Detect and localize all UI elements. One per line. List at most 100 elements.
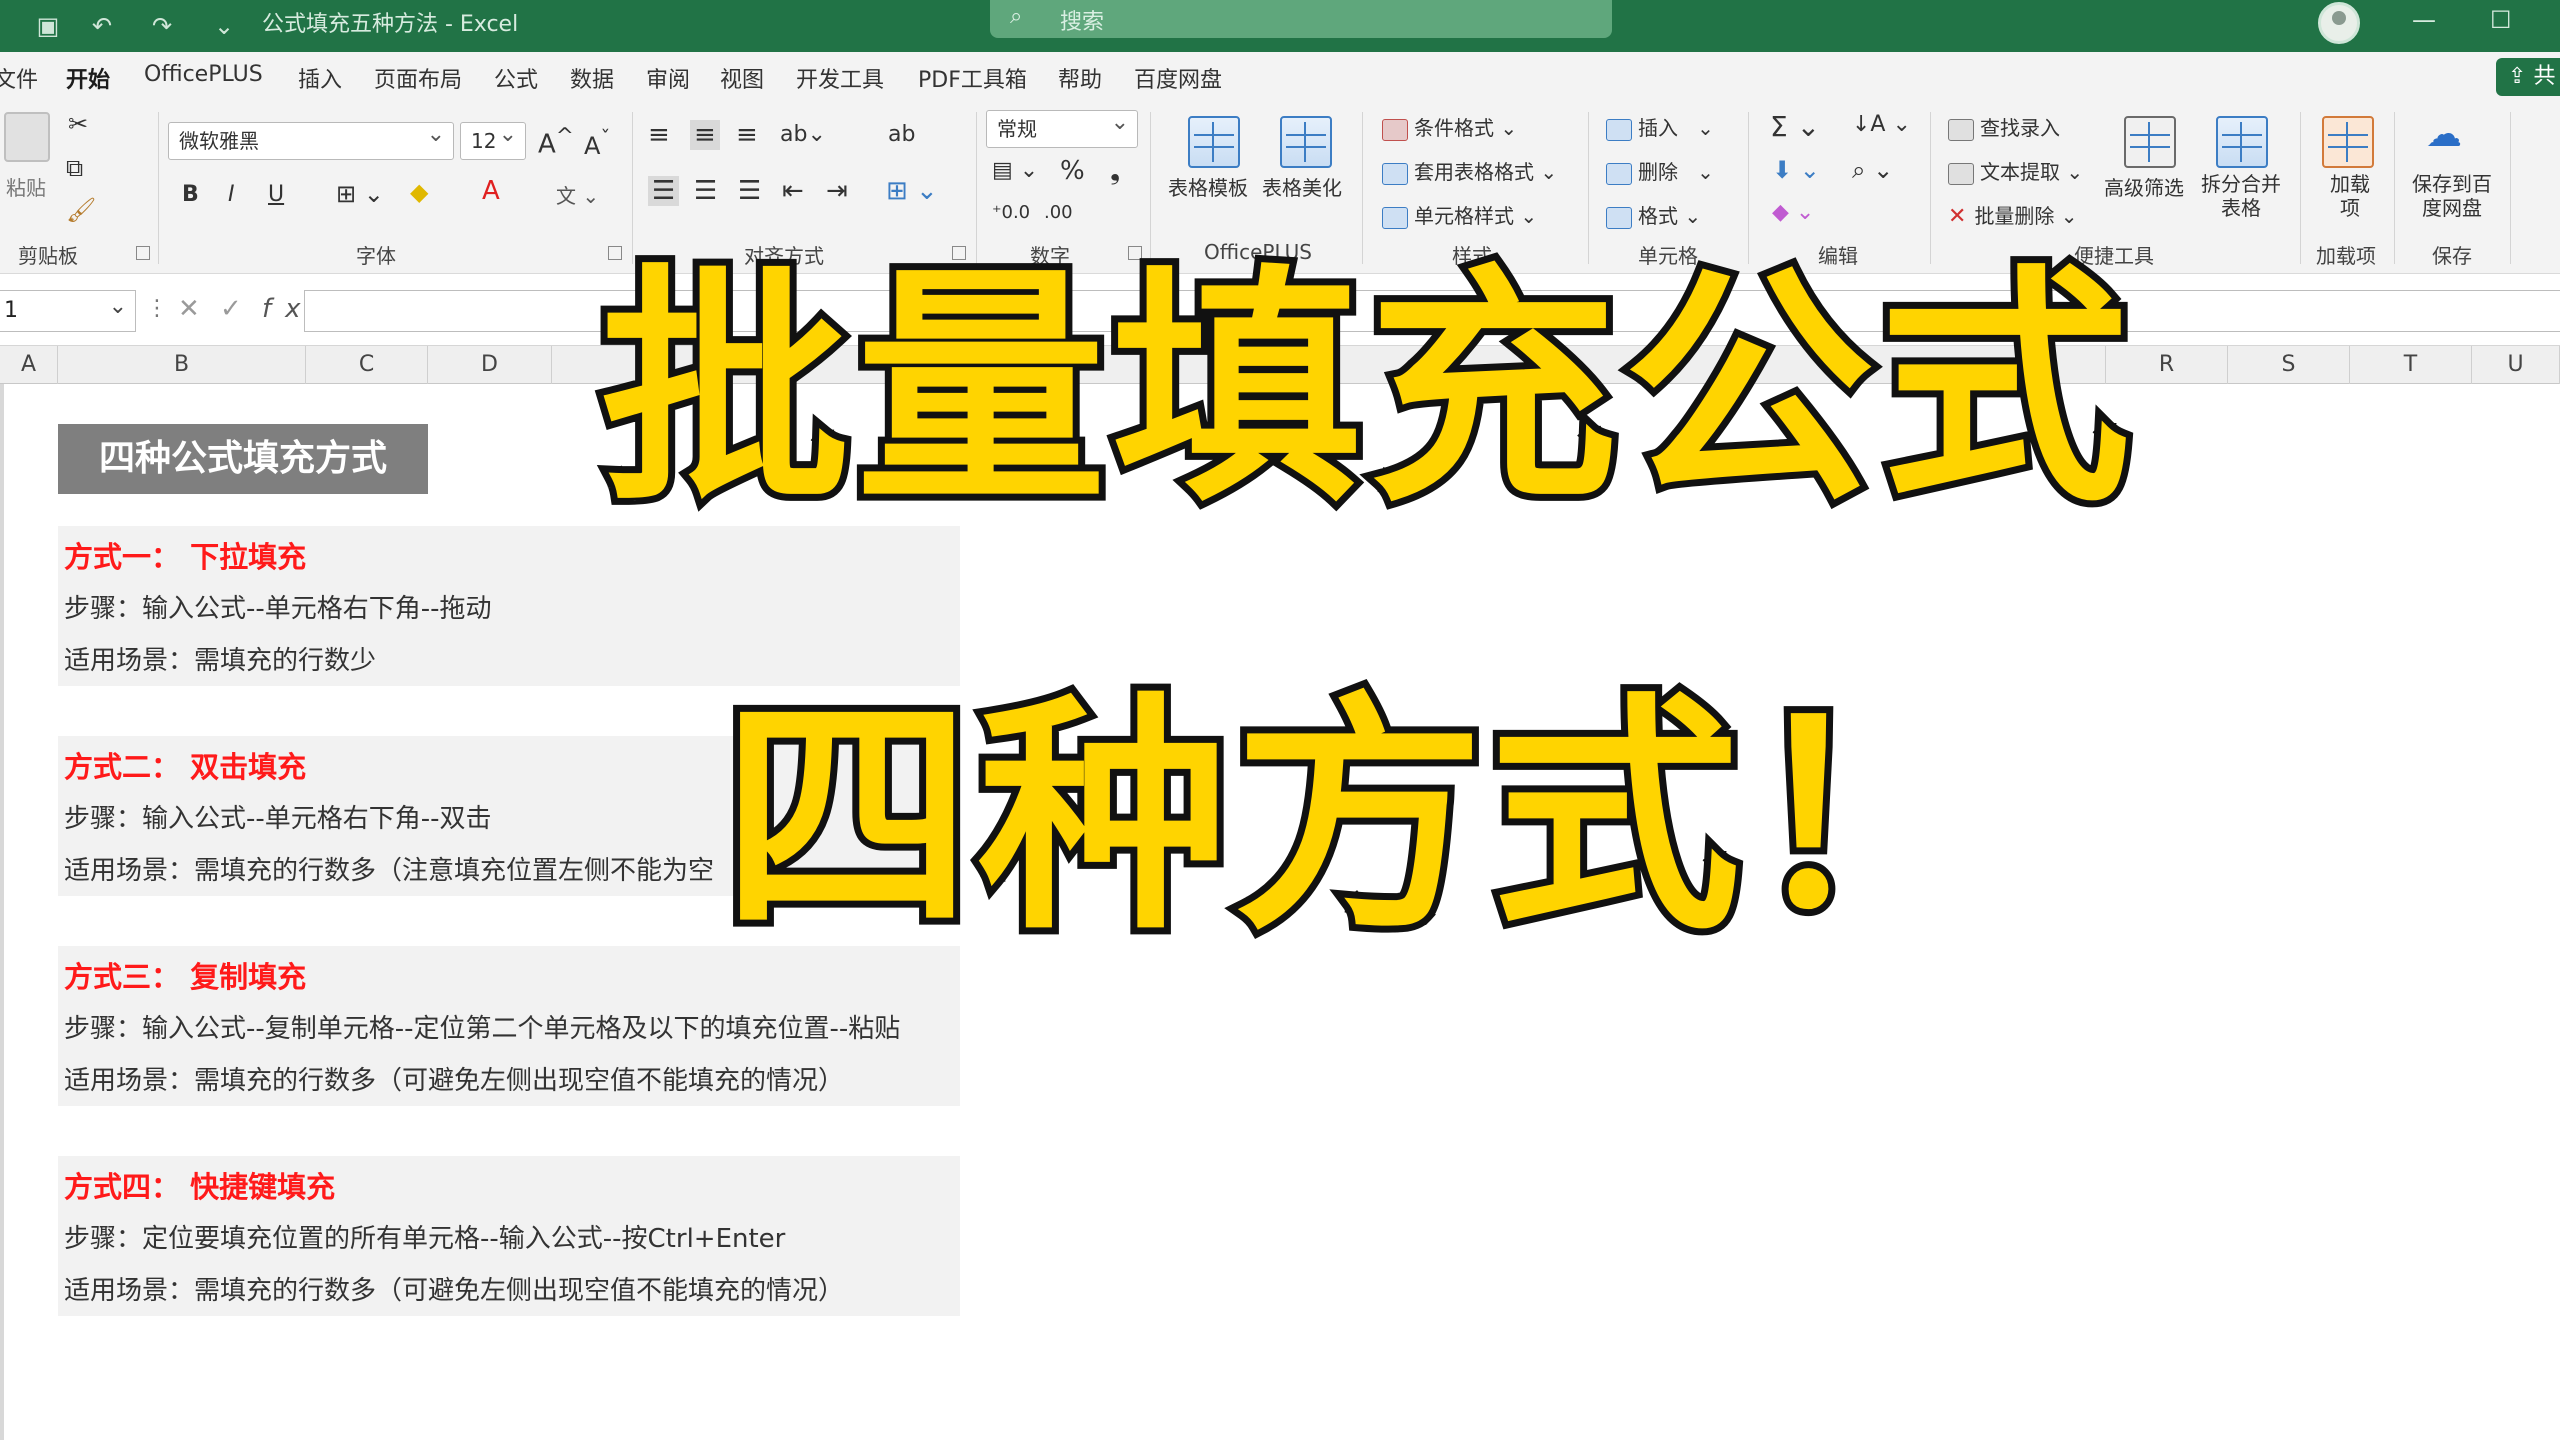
paste-label: 粘贴 (6, 176, 46, 200)
delete-cells-button[interactable]: 删除 ⌄ (1606, 156, 1714, 185)
italic-button[interactable]: I (228, 182, 235, 207)
column-header[interactable]: A (0, 346, 58, 384)
addins-button[interactable]: 加载项 (2328, 172, 2372, 220)
tab-file[interactable]: 文件 (0, 62, 38, 94)
tab-review[interactable]: 审阅 (646, 62, 690, 94)
tab-data[interactable]: 数据 (570, 62, 614, 94)
merge-center-icon[interactable]: ⊞ ⌄ (886, 176, 938, 206)
number-format-dropdown[interactable]: 常规 (986, 105, 1138, 148)
fill-color-icon[interactable]: ◆ (410, 178, 428, 206)
tab-page-layout[interactable]: 页面布局 (374, 62, 462, 94)
table-beautify-button[interactable]: 表格美化 (1262, 172, 1342, 201)
paste-icon[interactable] (4, 112, 50, 162)
font-size-dropdown[interactable]: 12 (460, 117, 526, 160)
percent-icon[interactable]: % (1060, 156, 1085, 186)
autosum-icon[interactable]: Σ ⌄ (1770, 110, 1820, 143)
wrap-text-icon[interactable]: ab (888, 122, 915, 147)
cut-icon[interactable]: ✂ (68, 110, 88, 138)
underline-button[interactable]: U (268, 182, 284, 207)
fill-icon[interactable]: ⬇ ⌄ (1772, 156, 1820, 184)
column-header[interactable]: S (2228, 346, 2350, 384)
tab-officeplus[interactable]: OfficePLUS (144, 62, 263, 87)
column-header[interactable]: B (58, 346, 306, 384)
format-as-table-button[interactable]: 套用表格格式 ⌄ (1382, 156, 1557, 185)
decrease-font-icon[interactable]: Aˇ (584, 126, 610, 160)
format-painter-icon[interactable]: 🖌 (66, 196, 96, 224)
decrease-decimal-icon[interactable]: .00 (1044, 202, 1073, 223)
method-scene: 适用场景：需填充的行数多（可避免左侧出现空值不能填充的情况） (64, 1066, 845, 1096)
tab-baidu-netdisk[interactable]: 百度网盘 (1134, 62, 1222, 94)
cancel-icon[interactable]: ✕ (178, 294, 214, 324)
comma-style-icon[interactable]: ❟ (1110, 156, 1120, 187)
align-top-icon[interactable]: ≡ (648, 120, 670, 150)
split-merge-table-button[interactable]: 拆分合并表格 (2198, 172, 2284, 220)
tab-pdf-tools[interactable]: PDF工具箱 (918, 62, 1027, 94)
font-color-icon[interactable]: A (482, 176, 500, 206)
increase-decimal-icon[interactable]: ⁺0.0 (992, 202, 1030, 223)
orientation-icon[interactable]: ab⌄ (780, 122, 826, 147)
redo-icon[interactable]: ↷ (144, 8, 180, 44)
phonetic-icon[interactable]: 文 ⌄ (556, 180, 599, 209)
currency-icon[interactable]: ▤ ⌄ (992, 158, 1038, 183)
search-box[interactable]: ⌕ 搜索 (990, 0, 1612, 38)
customize-quick-access-icon[interactable]: ⌄ (206, 8, 242, 44)
column-header[interactable]: D (428, 346, 552, 384)
text-extract-button[interactable]: 文本提取 ⌄ (1948, 156, 2083, 185)
border-icon[interactable]: ⊞ ⌄ (336, 180, 384, 208)
cell-styles-button[interactable]: 单元格样式 ⌄ (1382, 200, 1537, 229)
column-header[interactable]: C (306, 346, 428, 384)
align-bottom-icon[interactable]: ≡ (736, 120, 758, 150)
clear-icon[interactable]: ◆ ⌄ (1772, 200, 1814, 225)
lookup-entry-label: 查找录入 (1980, 116, 2060, 140)
tab-view[interactable]: 视图 (720, 62, 764, 94)
find-select-icon[interactable]: ⌕ ⌄ (1852, 156, 1893, 184)
method-steps: 步骤：定位要填充位置的所有单元格--输入公式--按Ctrl+Enter (64, 1224, 786, 1254)
decrease-indent-icon[interactable]: ⇤ (782, 176, 804, 206)
baidu-cloud-icon[interactable]: ☁ (2426, 114, 2462, 155)
method-block[interactable]: 方式一： 下拉填充 步骤：输入公式--单元格右下角--拖动 适用场景：需填充的行… (58, 526, 960, 686)
split-merge-table-icon[interactable] (2216, 116, 2268, 168)
sheet-heading[interactable]: 四种公式填充方式 (58, 424, 428, 494)
tab-insert[interactable]: 插入 (298, 62, 342, 94)
copy-icon[interactable]: ⧉ (66, 154, 83, 182)
conditional-format-button[interactable]: 条件格式 ⌄ (1382, 112, 1517, 141)
increase-font-icon[interactable]: A^ (538, 124, 574, 160)
column-header[interactable]: U (2472, 346, 2560, 384)
increase-indent-icon[interactable]: ⇥ (826, 176, 848, 206)
table-template-icon[interactable] (1188, 116, 1240, 168)
share-button[interactable]: ⇪ 共享 (2496, 58, 2560, 127)
addins-icon[interactable] (2322, 116, 2374, 168)
save-icon[interactable]: ▣ (30, 8, 66, 44)
lookup-entry-button[interactable]: 查找录入 (1948, 112, 2060, 141)
table-template-button[interactable]: 表格模板 (1168, 172, 1248, 201)
insert-cells-button[interactable]: 插入 ⌄ (1606, 112, 1714, 141)
tab-help[interactable]: 帮助 (1058, 62, 1102, 94)
align-middle-icon[interactable]: ≡ (690, 120, 720, 150)
font-name-dropdown[interactable]: 微软雅黑 (168, 117, 454, 160)
tab-formulas[interactable]: 公式 (494, 62, 538, 94)
column-header[interactable]: T (2350, 346, 2472, 384)
tab-developer[interactable]: 开发工具 (796, 62, 884, 94)
bold-button[interactable]: B (182, 182, 199, 207)
align-right-icon[interactable]: ☰ (738, 176, 761, 206)
save-to-baidu-button[interactable]: 保存到百度网盘 (2412, 172, 2492, 220)
maximize-icon[interactable]: ☐ (2490, 6, 2512, 34)
more-icon[interactable]: ⋮ (146, 296, 168, 321)
align-center-icon[interactable]: ☰ (694, 176, 717, 206)
batch-delete-button[interactable]: ✕ 批量删除 ⌄ (1948, 200, 2078, 229)
enter-icon[interactable]: ✓ (220, 294, 256, 324)
sort-filter-icon[interactable]: ↓A ⌄ (1852, 112, 1911, 137)
method-block[interactable]: 方式四： 快捷键填充 步骤：定位要填充位置的所有单元格--输入公式--按Ctrl… (58, 1156, 960, 1316)
name-box[interactable]: 1 (0, 287, 136, 332)
account-avatar[interactable] (2318, 2, 2360, 44)
method-block[interactable]: 方式三： 复制填充 步骤：输入公式--复制单元格--定位第二个单元格及以下的填充… (58, 946, 960, 1106)
advanced-filter-icon[interactable] (2124, 116, 2176, 168)
tab-home[interactable]: 开始 (66, 62, 111, 106)
undo-icon[interactable]: ↶ (84, 8, 120, 44)
align-left-icon[interactable]: ☰ (648, 176, 680, 206)
minimize-icon[interactable]: — (2412, 6, 2436, 34)
format-cells-button[interactable]: 格式 ⌄ (1606, 200, 1701, 229)
table-beautify-icon[interactable] (1280, 116, 1332, 168)
clipboard-launcher-icon[interactable] (136, 246, 150, 260)
advanced-filter-button[interactable]: 高级筛选 (2104, 172, 2184, 201)
